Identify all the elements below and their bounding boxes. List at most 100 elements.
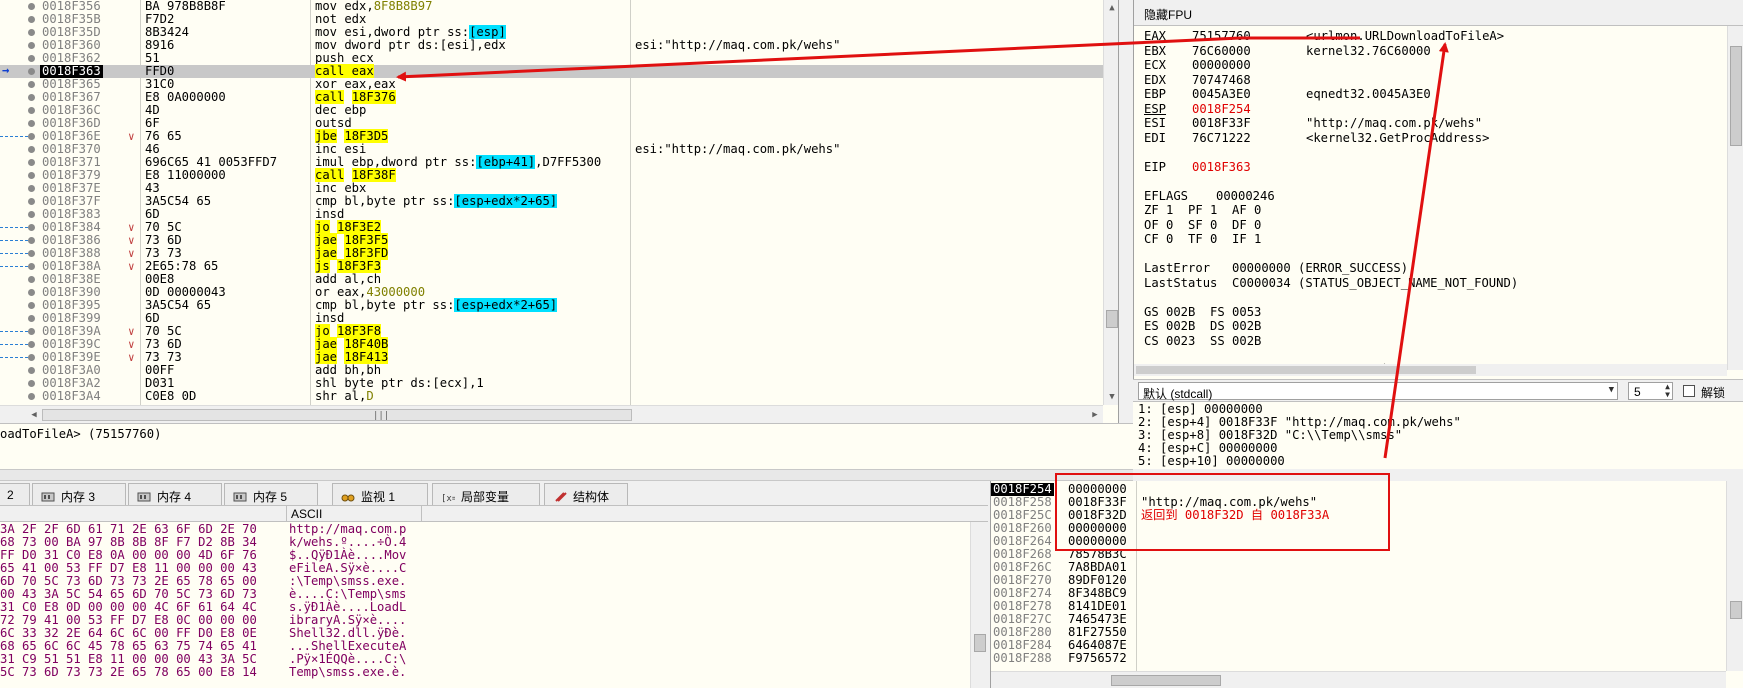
breakpoint-dot-icon[interactable] xyxy=(28,237,35,244)
dump-vertical-scrollbar[interactable] xyxy=(970,522,988,688)
breakpoint-dot-icon[interactable] xyxy=(28,224,35,231)
tab-locals[interactable]: [x=] 局部变量 xyxy=(432,483,540,505)
scroll-thumb[interactable] xyxy=(1106,310,1118,328)
disasm-row[interactable]: 0018F360 8916 mov dword ptr ds:[esi],edx es… xyxy=(0,39,1103,52)
breakpoint-dot-icon[interactable] xyxy=(28,81,35,88)
disasm-row[interactable]: 0018F37F 3A5C54 65 cmp bl,byte ptr ss:[esp… xyxy=(0,194,1103,208)
breakpoint-dot-icon[interactable] xyxy=(28,120,35,127)
hide-fpu-toggle[interactable]: 隐藏FPU xyxy=(1144,6,1192,23)
registers-vertical-scrollbar[interactable] xyxy=(1727,26,1743,370)
ascii-column-header[interactable]: ASCII xyxy=(287,506,422,522)
breakpoint-dot-icon[interactable] xyxy=(28,250,35,257)
scroll-thumb[interactable]: ||| xyxy=(42,409,632,421)
registers-body[interactable]: EAX 75157760 <urlmon.URLDownloadToFileA> EB… xyxy=(1144,30,1724,370)
stack-vertical-scrollbar[interactable] xyxy=(1726,481,1743,671)
scroll-thumb[interactable] xyxy=(1730,601,1742,619)
breakpoint-dot-icon[interactable] xyxy=(28,55,35,62)
register-value: 0045A3E0 xyxy=(1192,87,1251,101)
grip-icon: ||| xyxy=(373,411,390,421)
hex-column-header[interactable] xyxy=(0,506,287,522)
registers-horizontal-scrollbar[interactable] xyxy=(1134,364,1727,376)
disasm-row[interactable]: 0018F36C 4D dec ebp xyxy=(0,104,1103,117)
call-convention-select[interactable]: 默认 (stdcall) ▼ xyxy=(1138,382,1618,401)
instruction-token: call eax xyxy=(315,64,374,78)
tab-memory-2[interactable]: 2 xyxy=(0,483,30,505)
breakpoint-dot-icon[interactable] xyxy=(28,185,35,192)
scroll-thumb[interactable] xyxy=(974,634,986,652)
breakpoint-dot-icon[interactable] xyxy=(28,107,35,114)
breakpoint-dot-icon[interactable] xyxy=(28,198,35,205)
tab-memory-3[interactable]: 内存 3 xyxy=(32,483,126,505)
breakpoint-dot-icon[interactable] xyxy=(28,263,35,270)
tab-label: 监视 1 xyxy=(361,490,396,504)
chevron-down-icon[interactable]: ▼ xyxy=(1609,385,1614,395)
disasm-row[interactable]: 0018F36E ∨ 76 65 jbe 18F3D5 xyxy=(0,129,1103,143)
breakpoint-dot-icon[interactable] xyxy=(28,354,35,361)
breakpoint-dot-icon[interactable] xyxy=(28,16,35,23)
stack-address: 0018F288 xyxy=(993,651,1052,665)
scroll-up-icon[interactable]: ▲ xyxy=(1104,0,1118,16)
stack-view[interactable]: 0018F254 00000000 0018F258 0018F33F "http://… xyxy=(990,481,1743,688)
breakpoint-dot-icon[interactable] xyxy=(28,367,35,374)
stack-row[interactable]: 0018F288 F9756572 xyxy=(991,652,1731,665)
unlock-checkbox[interactable] xyxy=(1683,385,1695,397)
breakpoint-dot-icon[interactable] xyxy=(28,42,35,49)
register-name: EDX xyxy=(1144,72,1167,87)
breakpoint-dot-icon[interactable] xyxy=(28,211,35,218)
breakpoint-dot-icon[interactable] xyxy=(28,133,35,140)
breakpoint-dot-icon[interactable] xyxy=(28,68,35,75)
scroll-left-icon[interactable]: ◀ xyxy=(26,407,42,423)
stack-arguments-pane[interactable]: 1: [esp] 00000000 2: [esp+4] 0018F33F "h… xyxy=(1133,401,1743,469)
stack-horizontal-scrollbar[interactable] xyxy=(991,671,1726,688)
disasm-row[interactable]: 0018F367 E8 0A000000 call 18F376 xyxy=(0,90,1103,104)
disassembly-view[interactable]: 0018F356 BA 978B8B8F mov edx,8F8B8B97 0018F… xyxy=(0,0,1119,423)
disasm-row[interactable]: 0018F379 E8 11000000 call 18F38F xyxy=(0,168,1103,182)
scroll-thumb[interactable] xyxy=(1111,675,1221,686)
register-value: 70747468 xyxy=(1192,72,1251,87)
breakpoint-dot-icon[interactable] xyxy=(28,29,35,36)
jump-line xyxy=(0,331,28,332)
unlock-label: 解锁 xyxy=(1701,386,1726,400)
tab-memory-4[interactable]: 内存 4 xyxy=(128,483,222,505)
instruction-token: cmp bl,byte ptr ss: xyxy=(315,298,455,312)
disasm-horizontal-scrollbar[interactable]: ◀ ||| ▶ xyxy=(0,405,1103,423)
breakpoint-dot-icon[interactable] xyxy=(28,172,35,179)
breakpoint-dot-icon[interactable] xyxy=(28,94,35,101)
memory-dump[interactable]: ASCII 3A 2F 2F 6D 61 71 2E 63 6F 6D 2E 7… xyxy=(0,505,988,688)
disasm-row[interactable]: 0018F3A4 C0E8 0D shr al,D xyxy=(0,390,1103,403)
instruction-token: jae xyxy=(315,337,338,351)
instruction-token: 18F38F xyxy=(351,168,396,182)
jump-marker-icon: ∨ xyxy=(128,351,135,364)
tab-struct[interactable]: 结构体 xyxy=(544,483,628,505)
breakpoint-dot-icon[interactable] xyxy=(28,380,35,387)
instruction-token: mov esi,dword ptr ss: xyxy=(315,25,470,39)
breakpoint-dot-icon[interactable] xyxy=(28,393,35,400)
breakpoint-dot-icon[interactable] xyxy=(28,3,35,10)
breakpoint-dot-icon[interactable] xyxy=(28,159,35,166)
breakpoint-dot-icon[interactable] xyxy=(28,289,35,296)
scroll-right-icon[interactable]: ▶ xyxy=(1087,407,1103,423)
breakpoint-dot-icon[interactable] xyxy=(28,276,35,283)
segment-line: GS 002B FS 0053 xyxy=(1144,304,1262,319)
scroll-down-icon[interactable]: ▼ xyxy=(1104,389,1118,405)
instruction-token: or eax, xyxy=(315,285,367,299)
breakpoint-dot-icon[interactable] xyxy=(28,341,35,348)
scroll-thumb[interactable] xyxy=(1136,366,1476,374)
scroll-thumb[interactable] xyxy=(1730,46,1742,146)
arg-count-stepper[interactable]: 5 ▲ ▼ xyxy=(1628,382,1673,400)
jump-line xyxy=(0,136,28,137)
disasm-vertical-scrollbar[interactable]: ▲ ▼ xyxy=(1103,0,1118,405)
tab-watch-1[interactable]: 监视 1 xyxy=(332,483,428,505)
pane-splitter[interactable] xyxy=(0,469,1133,481)
tab-memory-5[interactable]: 内存 5 xyxy=(224,483,318,505)
jump-marker-icon: ∨ xyxy=(128,247,135,260)
breakpoint-dot-icon[interactable] xyxy=(28,315,35,322)
breakpoint-dot-icon[interactable] xyxy=(28,302,35,309)
breakpoint-dot-icon[interactable] xyxy=(28,328,35,335)
breakpoint-dot-icon[interactable] xyxy=(28,146,35,153)
disasm-row[interactable]: 0018F395 3A5C54 65 cmp bl,byte ptr ss:[esp… xyxy=(0,298,1103,312)
instruction-token: js xyxy=(315,259,330,273)
spinner-icon[interactable]: ▲ ▼ xyxy=(1665,383,1670,399)
instruction-token: insd xyxy=(315,207,345,221)
instruction-token: 18F3F5 xyxy=(344,233,389,247)
